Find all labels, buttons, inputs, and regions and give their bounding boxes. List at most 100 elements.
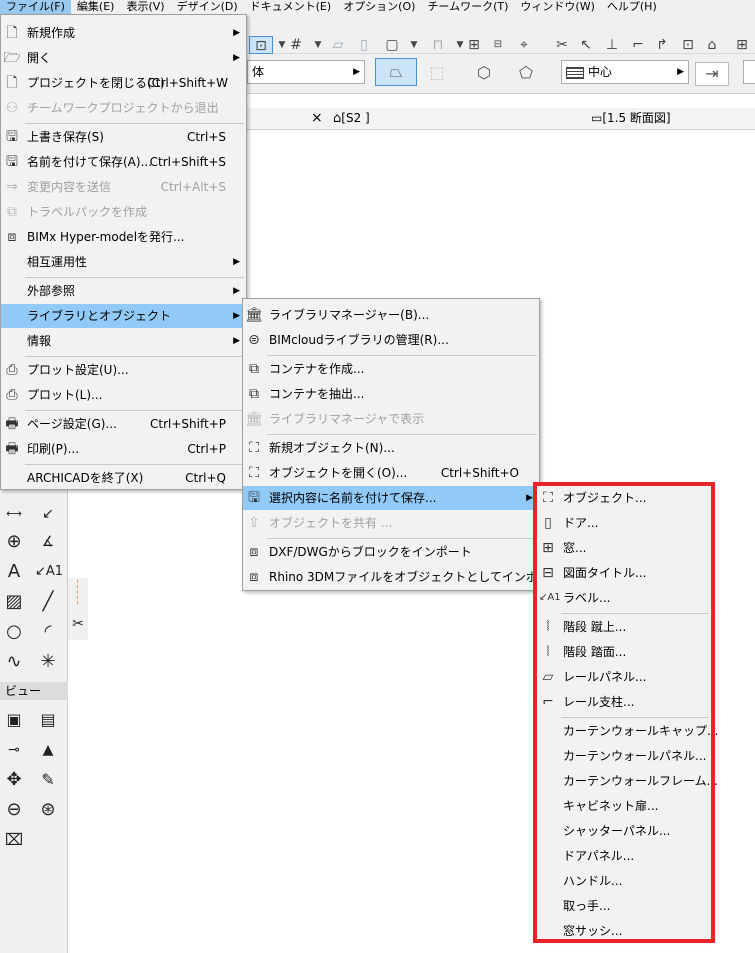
menu-item-interoperability[interactable]: 相互運用性 ▶ <box>1 250 246 274</box>
magic-wand-icon[interactable]: ⊡ <box>249 36 273 54</box>
frame-icon[interactable]: ▢ <box>383 36 401 54</box>
menu-document[interactable]: ドキュメント(E) <box>244 0 338 14</box>
grid-icon[interactable]: ⊞ <box>733 36 751 54</box>
box-3d-icon[interactable]: ⬡ <box>471 62 497 84</box>
menu-edit[interactable]: 編集(E) <box>71 0 121 14</box>
curve-icon[interactable]: ↱ <box>653 36 671 54</box>
menu-item-extract-container[interactable]: ⧉ コンテナを抽出... <box>243 382 539 406</box>
menu-teamwork[interactable]: チームワーク(T) <box>421 0 514 14</box>
menu-item-save-label[interactable]: ↙A1 ラベル... <box>537 586 711 610</box>
dropdown-arrow-icon[interactable]: ▼ <box>405 36 423 54</box>
more-combo[interactable] <box>743 60 755 84</box>
elevation-tool-icon[interactable]: ▲ <box>36 738 60 762</box>
reference-line-icon[interactable]: ⇥ <box>695 62 729 86</box>
menu-item-open-object[interactable]: ⛶ オブジェクトを開く(O)... Ctrl+Shift+O <box>243 461 539 485</box>
menu-item-print[interactable]: 🖶 印刷(P)... Ctrl+P <box>1 437 246 461</box>
menu-item-save-handle[interactable]: ハンドル... <box>537 869 711 893</box>
lock-icon[interactable]: ⊓ <box>429 36 447 54</box>
change-tool-icon[interactable]: ⊛ <box>36 798 60 822</box>
menu-item-save-window-sash[interactable]: 窓サッシ... <box>537 919 711 943</box>
geometry-method-button[interactable]: ⏢ <box>375 58 417 86</box>
text-tool-icon[interactable]: A <box>2 560 26 584</box>
split-icon[interactable]: ⊡ <box>679 36 697 54</box>
menu-item-save-door-panel[interactable]: ドアパネル... <box>537 844 711 868</box>
menu-item-external-reference[interactable]: 外部参照 ▶ <box>1 279 246 303</box>
menu-file[interactable]: ファイル(F) <box>0 0 71 14</box>
dropdown-arrow-icon[interactable]: ▼ <box>309 36 327 54</box>
menu-item-save-selection-as[interactable]: 🖫 選択内容に名前を付けて保存... ▶ <box>243 486 539 510</box>
corner-icon[interactable]: ⌐ <box>629 36 647 54</box>
section-tool-icon[interactable]: ⊸ <box>2 738 26 762</box>
label-tool-icon[interactable]: ↙A1 <box>34 560 64 584</box>
menu-options[interactable]: オプション(O) <box>337 0 421 14</box>
house-icon[interactable]: ⌂ <box>703 36 721 54</box>
layer-combo[interactable]: 体 ▶ <box>247 60 365 84</box>
spline-tool-icon[interactable]: ∿ <box>2 650 26 674</box>
menu-item-info[interactable]: 情報 ▶ <box>1 329 246 353</box>
angle-dimension-icon[interactable]: ∡ <box>36 530 60 554</box>
dimension-icon[interactable]: ⊟ <box>489 36 507 54</box>
toolbox-section-view[interactable]: ビュー <box>0 682 68 700</box>
offset-icon[interactable]: ⊥ <box>603 36 621 54</box>
menu-window[interactable]: ウィンドウ(W) <box>514 0 600 14</box>
box-disabled-icon[interactable]: ⬚ <box>425 62 449 84</box>
menu-item-save-rail-post[interactable]: ⌐ レール支柱... <box>537 690 711 714</box>
camera-tool-icon[interactable]: ⌧ <box>2 828 26 852</box>
menu-item-save-rail-panel[interactable]: ▱ レールパネル... <box>537 665 711 689</box>
worksheet-tool-icon[interactable]: ✎ <box>36 768 60 792</box>
menu-item-bimcloud-library[interactable]: ⊜ BIMcloudライブラリの管理(R)... <box>243 328 539 352</box>
menu-item-save-cw-cap[interactable]: カーテンウォールキャップ... <box>537 719 718 743</box>
menu-item-save-object[interactable]: ⛶ オブジェクト... <box>537 486 711 510</box>
arc-tool-icon[interactable]: ◜ <box>36 620 60 644</box>
drag-icon[interactable]: ↖ <box>577 36 595 54</box>
scissors-icon[interactable]: ✂ <box>553 36 571 54</box>
menu-item-open[interactable]: 🗁 開く ▶ <box>1 46 246 70</box>
tab-s2[interactable]: ⌂[S2 ] <box>333 108 370 130</box>
menu-item-save[interactable]: 🖫 上書き保存(S) Ctrl+S <box>1 125 246 149</box>
grid-snap-icon[interactable]: # <box>287 36 305 54</box>
menu-item-save-drawing-title[interactable]: ⊟ 図面タイトル... <box>537 561 711 585</box>
fill-tool-icon[interactable]: ▨ <box>2 590 26 614</box>
drawing-tool-icon[interactable]: ▤ <box>36 708 60 732</box>
scissors-icon[interactable]: ✂ <box>66 612 90 636</box>
menu-item-library-manager[interactable]: 🏛 ライブラリマネージャー(B)... <box>243 303 539 327</box>
hotspot-tool-icon[interactable]: ✳ <box>36 650 60 674</box>
level-dimension-icon[interactable]: ↙ <box>36 502 60 526</box>
dimension-tool-icon[interactable]: ⟷ <box>2 502 26 526</box>
menu-view[interactable]: 表示(V) <box>120 0 170 14</box>
menu-item-save-as[interactable]: 🖫 名前を付けて保存(A)... Ctrl+Shift+S <box>1 150 246 174</box>
plane-icon[interactable]: ▱ <box>329 36 347 54</box>
line-tool-icon[interactable]: ╱ <box>36 590 60 614</box>
menu-item-new[interactable]: 🗋 新規作成 ▶ <box>1 21 246 45</box>
menu-item-close-project[interactable]: 🗋 プロジェクトを閉じる(C) Ctrl+Shift+W <box>1 71 246 95</box>
menu-item-new-object[interactable]: ⛶ 新規オブジェクト(N)... <box>243 436 539 460</box>
menu-item-save-cw-panel[interactable]: カーテンウォールパネル... <box>537 744 711 768</box>
menu-item-save-cabinet-door[interactable]: キャビネット扉... <box>537 794 711 818</box>
menu-item-plot[interactable]: ⎙ プロット(L)... <box>1 383 246 407</box>
reference-line-combo[interactable]: 中心 ▶ <box>561 60 689 84</box>
close-tab-icon[interactable]: × <box>311 108 323 130</box>
menu-item-plot-setup[interactable]: ⎙ プロット設定(U)... <box>1 358 246 382</box>
slab-icon[interactable]: ▯ <box>355 36 373 54</box>
menu-item-bimx[interactable]: ⧈ BIMx Hyper-modelを発行... <box>1 225 246 249</box>
menu-item-libraries-objects[interactable]: ライブラリとオブジェクト ▶ <box>1 304 246 328</box>
menu-item-save-door[interactable]: ▯ ドア... <box>537 511 711 535</box>
box-slanted-icon[interactable]: ⬠ <box>513 62 539 84</box>
menu-item-import-rhino[interactable]: ⧈ Rhino 3DMファイルをオブジェクトとしてインポート... <box>243 565 574 589</box>
menu-item-quit[interactable]: ARCHICADを終了(X) Ctrl+Q <box>1 466 246 490</box>
circle-tool-icon[interactable]: ○ <box>2 620 26 644</box>
menu-item-save-shutter-panel[interactable]: シャッターパネル... <box>537 819 711 843</box>
menu-item-page-setup[interactable]: 🖶 ページ設定(G)... Ctrl+Shift+P <box>1 412 246 436</box>
detail-tool-icon[interactable]: ⊖ <box>2 798 26 822</box>
menu-item-save-stair-riser[interactable]: ⦚ 階段 蹴上... <box>537 615 711 639</box>
menu-design[interactable]: デザイン(D) <box>171 0 244 14</box>
radial-dimension-icon[interactable]: ⊕ <box>2 530 26 554</box>
menu-item-import-dwg[interactable]: ⧈ DXF/DWGからブロックをインポート <box>243 540 539 564</box>
menu-help[interactable]: ヘルプ(H) <box>601 0 663 14</box>
menu-item-save-knob[interactable]: 取っ手... <box>537 894 711 918</box>
tab-section[interactable]: ▭[1.5 断面図] <box>591 108 671 130</box>
menu-item-save-stair-tread[interactable]: ⦚ 階段 踏面... <box>537 640 711 664</box>
reference-icon[interactable]: ⌖ <box>515 36 533 54</box>
menu-item-save-cw-frame[interactable]: カーテンウォールフレーム... <box>537 769 718 793</box>
picture-tool-icon[interactable]: ▣ <box>2 708 26 732</box>
